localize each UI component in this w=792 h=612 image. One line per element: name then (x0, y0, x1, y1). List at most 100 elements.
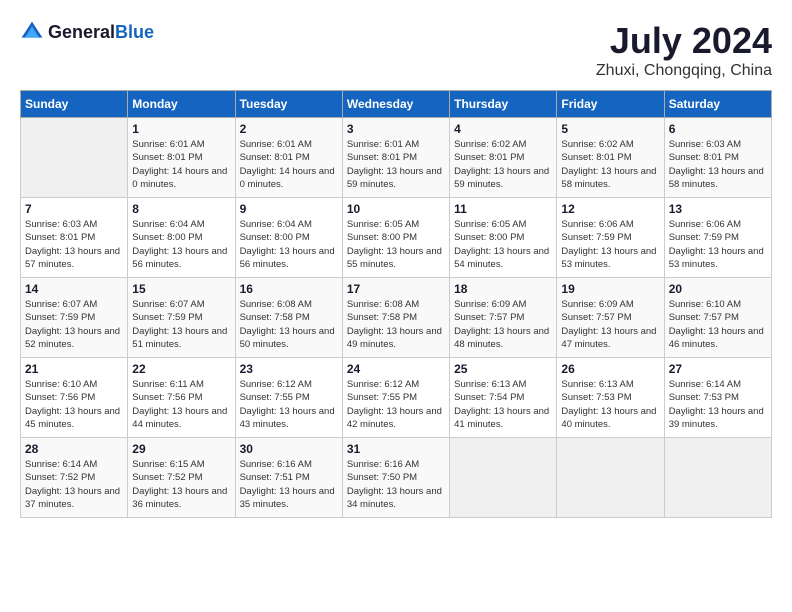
day-info: Sunrise: 6:01 AMSunset: 8:01 PMDaylight:… (240, 138, 338, 191)
day-info: Sunrise: 6:03 AMSunset: 8:01 PMDaylight:… (25, 218, 123, 271)
day-info: Sunrise: 6:13 AMSunset: 7:53 PMDaylight:… (561, 378, 659, 431)
calendar-cell: 24 Sunrise: 6:12 AMSunset: 7:55 PMDayligh… (342, 358, 449, 438)
day-number: 24 (347, 362, 445, 376)
calendar-cell: 1Sunrise: 6:01 AMSunset: 8:01 PMDaylight… (128, 118, 235, 198)
header-monday: Monday (128, 91, 235, 118)
header-wednesday: Wednesday (342, 91, 449, 118)
day-info: Sunrise: 6:10 AMSunset: 7:56 PMDaylight:… (25, 378, 123, 431)
calendar-cell (557, 438, 664, 518)
calendar-cell: 21 Sunrise: 6:10 AMSunset: 7:56 PMDayligh… (21, 358, 128, 438)
day-info: Sunrise: 6:14 AMSunset: 7:52 PMDaylight:… (25, 458, 123, 511)
day-info: Sunrise: 6:01 AMSunset: 8:01 PMDaylight:… (132, 138, 230, 191)
location-title: Zhuxi, Chongqing, China (596, 62, 772, 80)
day-number: 5 (561, 122, 659, 136)
calendar-header-row: SundayMondayTuesdayWednesdayThursdayFrid… (21, 91, 772, 118)
day-info: Sunrise: 6:07 AMSunset: 7:59 PMDaylight:… (25, 298, 123, 351)
calendar-week-row: 7 Sunrise: 6:03 AMSunset: 8:01 PMDaylight… (21, 198, 772, 278)
day-number: 17 (347, 282, 445, 296)
day-info: Sunrise: 6:06 AMSunset: 7:59 PMDaylight:… (561, 218, 659, 271)
day-number: 10 (347, 202, 445, 216)
day-number: 16 (240, 282, 338, 296)
logo: GeneralBlue (20, 20, 154, 44)
day-number: 19 (561, 282, 659, 296)
day-number: 20 (669, 282, 767, 296)
calendar-cell: 14 Sunrise: 6:07 AMSunset: 7:59 PMDayligh… (21, 278, 128, 358)
header-saturday: Saturday (664, 91, 771, 118)
day-info: Sunrise: 6:13 AMSunset: 7:54 PMDaylight:… (454, 378, 552, 431)
calendar-cell: 16 Sunrise: 6:08 AMSunset: 7:58 PMDayligh… (235, 278, 342, 358)
logo-icon (20, 20, 44, 44)
month-year-title: July 2024 (596, 20, 772, 62)
day-number: 2 (240, 122, 338, 136)
day-number: 28 (25, 442, 123, 456)
calendar-cell: 28 Sunrise: 6:14 AMSunset: 7:52 PMDayligh… (21, 438, 128, 518)
calendar-cell (21, 118, 128, 198)
header-thursday: Thursday (450, 91, 557, 118)
day-number: 30 (240, 442, 338, 456)
day-number: 6 (669, 122, 767, 136)
day-info: Sunrise: 6:04 AMSunset: 8:00 PMDaylight:… (132, 218, 230, 271)
day-number: 31 (347, 442, 445, 456)
day-number: 14 (25, 282, 123, 296)
calendar-cell: 23Sunrise: 6:12 AMSunset: 7:55 PMDayligh… (235, 358, 342, 438)
calendar-cell: 7 Sunrise: 6:03 AMSunset: 8:01 PMDaylight… (21, 198, 128, 278)
calendar-cell: 22Sunrise: 6:11 AMSunset: 7:56 PMDayligh… (128, 358, 235, 438)
calendar-week-row: 1Sunrise: 6:01 AMSunset: 8:01 PMDaylight… (21, 118, 772, 198)
day-number: 18 (454, 282, 552, 296)
day-number: 25 (454, 362, 552, 376)
day-number: 4 (454, 122, 552, 136)
day-info: Sunrise: 6:07 AMSunset: 7:59 PMDaylight:… (132, 298, 230, 351)
day-info: Sunrise: 6:10 AMSunset: 7:57 PMDaylight:… (669, 298, 767, 351)
day-info: Sunrise: 6:01 AMSunset: 8:01 PMDaylight:… (347, 138, 445, 191)
header-sunday: Sunday (21, 91, 128, 118)
calendar-table: SundayMondayTuesdayWednesdayThursdayFrid… (20, 90, 772, 518)
calendar-cell: 9Sunrise: 6:04 AMSunset: 8:00 PMDaylight… (235, 198, 342, 278)
calendar-cell: 6 Sunrise: 6:03 AMSunset: 8:01 PMDaylight… (664, 118, 771, 198)
calendar-cell: 5 Sunrise: 6:02 AMSunset: 8:01 PMDaylight… (557, 118, 664, 198)
day-number: 7 (25, 202, 123, 216)
day-info: Sunrise: 6:05 AMSunset: 8:00 PMDaylight:… (347, 218, 445, 271)
logo-text-general: General (48, 22, 115, 42)
day-number: 27 (669, 362, 767, 376)
day-info: Sunrise: 6:06 AMSunset: 7:59 PMDaylight:… (669, 218, 767, 271)
calendar-week-row: 21 Sunrise: 6:10 AMSunset: 7:56 PMDayligh… (21, 358, 772, 438)
calendar-cell: 31Sunrise: 6:16 AMSunset: 7:50 PMDayligh… (342, 438, 449, 518)
day-info: Sunrise: 6:15 AMSunset: 7:52 PMDaylight:… (132, 458, 230, 511)
title-block: July 2024 Zhuxi, Chongqing, China (596, 20, 772, 80)
calendar-cell: 8 Sunrise: 6:04 AMSunset: 8:00 PMDaylight… (128, 198, 235, 278)
day-number: 13 (669, 202, 767, 216)
calendar-cell: 27 Sunrise: 6:14 AMSunset: 7:53 PMDayligh… (664, 358, 771, 438)
day-info: Sunrise: 6:16 AMSunset: 7:51 PMDaylight:… (240, 458, 338, 511)
day-info: Sunrise: 6:14 AMSunset: 7:53 PMDaylight:… (669, 378, 767, 431)
day-number: 8 (132, 202, 230, 216)
calendar-cell: 30 Sunrise: 6:16 AMSunset: 7:51 PMDayligh… (235, 438, 342, 518)
day-number: 29 (132, 442, 230, 456)
day-number: 15 (132, 282, 230, 296)
calendar-cell: 15 Sunrise: 6:07 AMSunset: 7:59 PMDayligh… (128, 278, 235, 358)
day-info: Sunrise: 6:02 AMSunset: 8:01 PMDaylight:… (454, 138, 552, 191)
calendar-cell: 19 Sunrise: 6:09 AMSunset: 7:57 PMDayligh… (557, 278, 664, 358)
day-number: 26 (561, 362, 659, 376)
calendar-cell: 2 Sunrise: 6:01 AMSunset: 8:01 PMDaylight… (235, 118, 342, 198)
calendar-cell: 17Sunrise: 6:08 AMSunset: 7:58 PMDayligh… (342, 278, 449, 358)
day-info: Sunrise: 6:03 AMSunset: 8:01 PMDaylight:… (669, 138, 767, 191)
calendar-cell: 26 Sunrise: 6:13 AMSunset: 7:53 PMDayligh… (557, 358, 664, 438)
calendar-week-row: 28 Sunrise: 6:14 AMSunset: 7:52 PMDayligh… (21, 438, 772, 518)
day-info: Sunrise: 6:08 AMSunset: 7:58 PMDaylight:… (240, 298, 338, 351)
calendar-cell: 10 Sunrise: 6:05 AMSunset: 8:00 PMDayligh… (342, 198, 449, 278)
day-number: 21 (25, 362, 123, 376)
calendar-cell: 25 Sunrise: 6:13 AMSunset: 7:54 PMDayligh… (450, 358, 557, 438)
page-header: GeneralBlue July 2024 Zhuxi, Chongqing, … (20, 20, 772, 80)
day-info: Sunrise: 6:04 AMSunset: 8:00 PMDaylight:… (240, 218, 338, 271)
day-number: 12 (561, 202, 659, 216)
day-info: Sunrise: 6:12 AMSunset: 7:55 PMDaylight:… (347, 378, 445, 431)
logo-text-blue: Blue (115, 22, 154, 42)
day-number: 22 (132, 362, 230, 376)
day-info: Sunrise: 6:12 AMSunset: 7:55 PMDaylight:… (240, 378, 338, 431)
calendar-cell (450, 438, 557, 518)
day-number: 11 (454, 202, 552, 216)
day-info: Sunrise: 6:09 AMSunset: 7:57 PMDaylight:… (561, 298, 659, 351)
day-info: Sunrise: 6:02 AMSunset: 8:01 PMDaylight:… (561, 138, 659, 191)
calendar-cell (664, 438, 771, 518)
calendar-cell: 20 Sunrise: 6:10 AMSunset: 7:57 PMDayligh… (664, 278, 771, 358)
